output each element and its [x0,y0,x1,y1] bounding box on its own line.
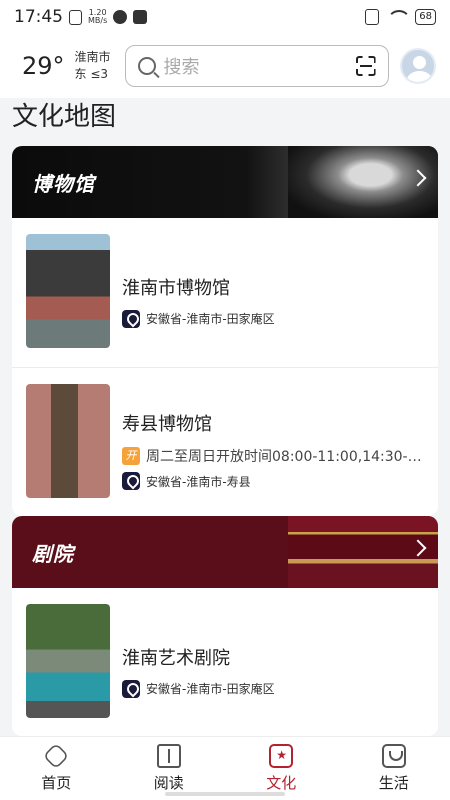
search-icon [137,57,156,75]
item-name: 淮南艺术剧院 [122,647,230,669]
museum-card: 博物馆 淮南市博物馆 安徽省-淮南市-田家庵区 寿县博物馆 开 周二至周日开放时… [12,146,438,516]
nav-life[interactable]: 生活 [338,737,450,800]
nav-culture-label: 文化 [266,774,297,792]
nav-read[interactable]: 阅读 [113,737,226,800]
network-speed: 1.20 MB/s [88,8,108,25]
address-text: 安徽省-淮南市-田家庵区 [146,682,275,696]
app-notification-icon [113,10,128,24]
open-icon: 开 [122,447,140,465]
avatar[interactable] [400,48,436,84]
bottom-nav: 首页 阅读 文化 生活 [0,736,450,800]
nav-home[interactable]: 首页 [0,737,113,800]
item-address: 安徽省-淮南市-田家庵区 [122,309,428,328]
nav-culture[interactable]: 文化 [225,737,338,800]
address-text: 安徽省-淮南市-田家庵区 [146,312,275,326]
nav-home-label: 首页 [41,774,72,792]
location-pin-icon [122,309,140,328]
app-notification-icon [133,10,148,24]
temperature[interactable]: 29° [22,52,65,80]
location-city: 淮南市 [74,50,111,64]
life-icon [381,744,406,768]
item-address: 安徽省-淮南市-寿县 [122,472,428,490]
home-icon [43,742,70,770]
location-pin-icon [122,472,140,490]
book-icon [156,744,181,768]
list-item[interactable]: 寿县博物馆 开 周二至周日开放时间08:00-11:00,14:30-… 安徽省… [12,367,438,516]
location-pin-icon [122,679,140,698]
wifi-icon [387,10,412,24]
nav-read-label: 阅读 [153,774,184,792]
search-placeholder: 搜索 [163,57,200,78]
hours-text: 周二至周日开放时间08:00-11:00,14:30-… [146,449,422,465]
home-indicator [165,792,285,796]
search-box[interactable]: 搜索 [124,45,389,87]
location-wind: 东 ≤3 [74,67,109,81]
theater-label: 剧院 [32,541,74,566]
theater-thumbnail [26,604,110,718]
top-bar: 29° 淮南市 东 ≤3 搜索 [0,34,450,98]
list-item[interactable]: 淮南艺术剧院 安徽省-淮南市-田家庵区 [12,588,438,736]
address-text: 安徽省-淮南市-寿县 [146,474,251,489]
status-bar: 17:45 1.20 MB/s 68 [0,0,450,34]
museum-banner[interactable]: 博物馆 [12,146,438,218]
theater-banner[interactable]: 剧院 [12,516,438,588]
nav-life-label: 生活 [378,774,409,792]
status-time: 17:45 [14,7,63,27]
museum-thumbnail [26,234,110,348]
museum-label: 博物馆 [32,171,95,196]
location[interactable]: 淮南市 东 ≤3 [75,49,117,83]
notification-icon [69,9,82,25]
theater-card: 剧院 淮南艺术剧院 安徽省-淮南市-田家庵区 [12,516,438,736]
item-name: 寿县博物馆 [122,414,212,435]
culture-icon [269,744,294,768]
battery-indicator: 68 [415,9,436,25]
scan-icon[interactable] [356,56,376,76]
vibrate-icon [365,9,380,25]
page-title: 文化地图 [12,102,117,132]
list-item[interactable]: 淮南市博物馆 安徽省-淮南市-田家庵区 [12,218,438,367]
item-name: 淮南市博物馆 [122,277,230,299]
museum-thumbnail [26,384,110,498]
item-hours: 开 周二至周日开放时间08:00-11:00,14:30-… [122,446,428,466]
item-address: 安徽省-淮南市-田家庵区 [122,679,428,698]
